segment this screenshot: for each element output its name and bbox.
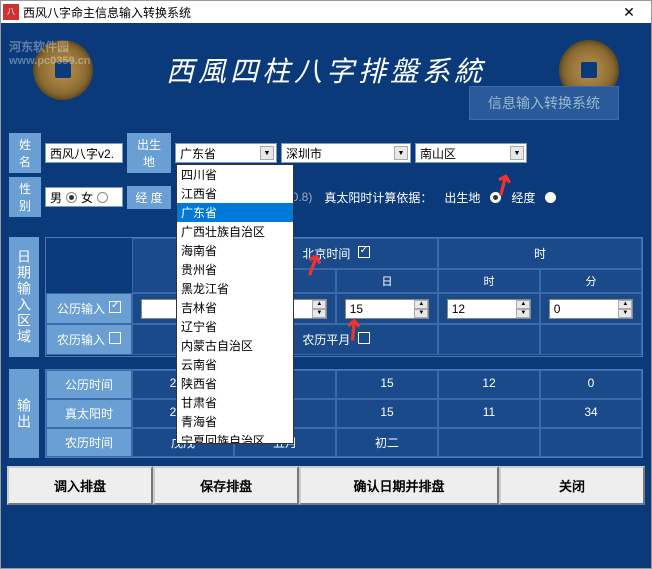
hour-spinner[interactable]: 12▲▼ [447,299,532,319]
output-row-label: 农历时间 [46,428,132,457]
output-cell: 15 [336,399,438,428]
lng-label: 经 度 [127,186,171,209]
gender-female-radio[interactable] [97,192,108,203]
titlebar: 八 西风八字命主信息输入转换系统 ✕ [1,1,651,23]
province-option[interactable]: 吉林省 [177,298,293,317]
sun-calc-label: 真太阳时计算依据： [320,189,436,206]
province-option[interactable]: 甘肃省 [177,393,293,412]
province-option[interactable]: 辽宁省 [177,317,293,336]
province-dropdown[interactable]: 四川省江西省广东省广西壮族自治区海南省贵州省黑龙江省吉林省辽宁省内蒙古自治区云南… [176,164,294,444]
output-cell [438,428,540,457]
day-spinner[interactable]: 15▲▼ [345,299,430,319]
output-cell [540,428,642,457]
district-value: 南山区 [420,145,456,162]
output-vtab: 输出 [9,369,39,458]
output-cell: 0 [540,370,642,399]
solar-input-label: 公历输入 [46,293,132,324]
chevron-down-icon: ▼ [260,146,274,160]
output-grid: 公历时间2018615120真太阳时20186151134农历时间戊戌五月初二 [45,369,643,458]
app-title: 西風四柱八字排盤系統 [123,50,529,90]
gender-male-label: 男 [50,189,62,206]
lunar-input-label: 农历输入 [46,324,132,355]
province-option[interactable]: 广西壮族自治区 [177,222,293,241]
by-birth-radio[interactable] [490,192,501,203]
app-icon: 八 [3,4,19,20]
province-option[interactable]: 宁夏回族自治区 [177,431,293,444]
row-gender-lng: 性别 男 女 经 度 20.8) 真太阳时计算依据： 出生地 经度 [9,177,643,217]
load-chart-button[interactable]: 调入排盘 [7,466,153,505]
app-window: 八 西风八字命主信息输入转换系统 ✕ 河东软件园 www.pc0359.cn 西… [0,0,652,569]
by-lng-radio[interactable] [545,192,556,203]
chevron-down-icon: ▼ [394,146,408,160]
col-min: 分 [540,269,642,293]
province-value: 广东省 [180,145,216,162]
gender-male-radio[interactable] [66,192,77,203]
button-row: 调入排盘 保存排盘 确认日期并排盘 关闭 [3,462,649,509]
bj-time-check[interactable] [358,246,370,258]
province-option[interactable]: 黑龙江省 [177,279,293,298]
output-cell: 15 [336,370,438,399]
col-day: 日 [336,269,438,293]
date-input-vtab: 日期输入区域 [9,237,39,357]
output-cell: 12 [438,370,540,399]
confirm-date-button[interactable]: 确认日期并排盘 [299,466,499,505]
by-lng-label: 经度 [507,189,539,206]
min-spinner[interactable]: 0▲▼ [549,299,634,319]
lunar-check[interactable] [109,332,121,344]
col-hour: 时 [438,269,540,293]
province-option[interactable]: 海南省 [177,241,293,260]
window-title: 西风八字命主信息输入转换系统 [23,4,609,21]
form-section: 姓名 出生地 广东省 ▼ 四川省江西省广东省广西壮族自治区海南省贵州省黑龙江省吉… [3,125,649,229]
district-select[interactable]: 南山区 ▼ [415,143,527,163]
output-cell: 11 [438,399,540,428]
header: 西風四柱八字排盤系統 信息输入转换系统 [3,25,649,115]
province-option[interactable]: 内蒙古自治区 [177,336,293,355]
output-cell: 34 [540,399,642,428]
name-label: 姓名 [9,133,41,173]
gender-label: 性别 [9,177,41,217]
col-time: 时 [438,238,642,269]
date-input-panel: 日期输入区域 年 北京时间 时 月 日 时 分 公历输入 ▲▼ ▲▼ 15▲▼ … [3,233,649,361]
lunar-flat-check[interactable] [358,332,370,344]
coin-icon-left [33,40,93,100]
system-info-button[interactable]: 信息输入转换系统 [469,86,619,120]
output-cell: 初二 [336,428,438,457]
province-option[interactable]: 广东省 [177,203,293,222]
province-option[interactable]: 贵州省 [177,260,293,279]
row-name-birth: 姓名 出生地 广东省 ▼ 四川省江西省广东省广西壮族自治区海南省贵州省黑龙江省吉… [9,133,643,173]
province-option[interactable]: 陕西省 [177,374,293,393]
output-row-label: 公历时间 [46,370,132,399]
close-button[interactable]: 关闭 [499,466,645,505]
city-value: 深圳市 [286,145,322,162]
birth-label: 出生地 [127,133,171,173]
gender-group: 男 女 [45,187,123,207]
province-option[interactable]: 四川省 [177,165,293,184]
by-birth-label: 出生地 [440,189,484,206]
province-option[interactable]: 江西省 [177,184,293,203]
date-grid: 年 北京时间 时 月 日 时 分 公历输入 ▲▼ ▲▼ 15▲▼ 12▲▼ 0▲… [45,237,643,357]
content-area: 河东软件园 www.pc0359.cn 西風四柱八字排盤系統 信息输入转换系统 … [1,23,651,568]
solar-check[interactable] [109,301,121,313]
chevron-down-icon: ▼ [510,146,524,160]
province-option[interactable]: 青海省 [177,412,293,431]
province-select[interactable]: 广东省 ▼ 四川省江西省广东省广西壮族自治区海南省贵州省黑龙江省吉林省辽宁省内蒙… [175,143,277,163]
name-input[interactable] [45,143,123,163]
gender-female-label: 女 [81,189,93,206]
city-select[interactable]: 深圳市 ▼ [281,143,411,163]
province-option[interactable]: 云南省 [177,355,293,374]
output-panel: 输出 公历时间2018615120真太阳时20186151134农历时间戊戌五月… [3,365,649,462]
save-chart-button[interactable]: 保存排盘 [153,466,299,505]
close-button[interactable]: ✕ [609,2,649,22]
output-row-label: 真太阳时 [46,399,132,428]
